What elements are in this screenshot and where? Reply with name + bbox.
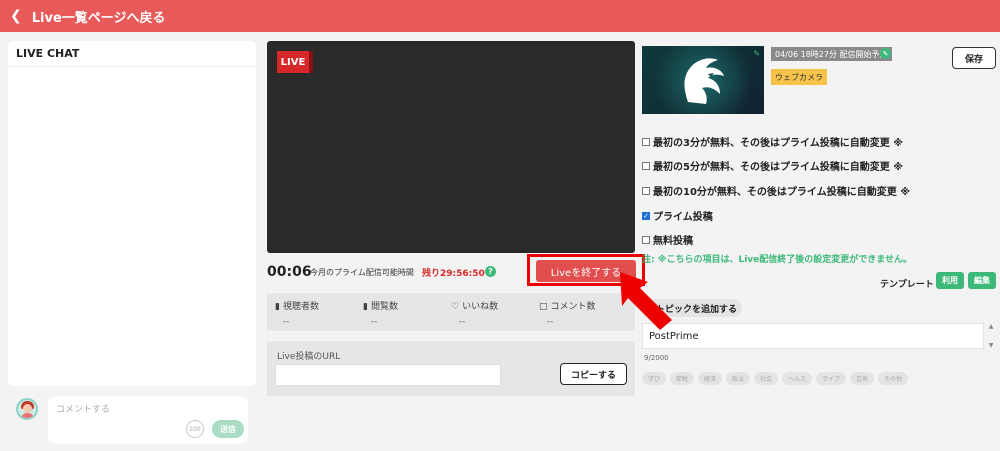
thumbnail[interactable]: ✎ xyxy=(642,46,764,114)
elapsed-timer: 00:06 xyxy=(267,264,312,280)
help-icon[interactable]: ? xyxy=(485,266,496,277)
stat-likes: ♡ いいね数 -- xyxy=(451,302,499,327)
tag-chip[interactable]: 節税 xyxy=(670,372,695,385)
video-preview: LIVE xyxy=(267,41,635,253)
url-label: Live投稿のURL xyxy=(277,352,341,362)
char-counter: 200 xyxy=(186,420,204,438)
speech-bubble-icon: □ xyxy=(539,302,548,312)
char-count: 9/2000 xyxy=(644,354,669,362)
stats-bar: ▮ 視聴者数 -- ▮ 閲覧数 -- ♡ いいね数 -- □ コメント数 -- xyxy=(267,293,635,331)
stat-viewers: ▮ 視聴者数 -- xyxy=(275,302,319,327)
live-chat-panel: LIVE CHAT xyxy=(8,41,256,386)
url-field[interactable] xyxy=(275,364,501,386)
stat-value: -- xyxy=(371,317,378,327)
bar-chart-icon: ▮ xyxy=(363,302,368,312)
tag-chip[interactable]: 経済 xyxy=(698,372,723,385)
back-link-label: Live一覧ページへ戻る xyxy=(31,10,166,26)
option-free-10min[interactable]: 最初の10分が無料、その後はプライム投稿に自動変更 ※ xyxy=(642,183,910,198)
send-button[interactable]: 送信 xyxy=(212,420,244,438)
chevron-left-icon: ❮ xyxy=(10,8,22,24)
checkbox[interactable] xyxy=(642,186,650,195)
tag-chip[interactable]: ライブ xyxy=(816,372,847,385)
end-live-button[interactable]: Liveを終了する xyxy=(536,260,636,282)
save-button[interactable]: 保存 xyxy=(952,47,996,69)
template-label: テンプレート xyxy=(880,280,934,290)
tag-chip[interactable]: 社会 xyxy=(754,372,779,385)
stat-views: ▮ 閲覧数 -- xyxy=(363,302,398,327)
use-template-button[interactable]: 利用 xyxy=(936,272,964,289)
copy-button[interactable]: コピーする xyxy=(560,363,627,385)
live-badge: LIVE xyxy=(277,51,313,73)
stat-value: -- xyxy=(547,317,554,327)
stat-value: -- xyxy=(283,317,290,327)
option-free[interactable]: 無料投稿 xyxy=(642,232,693,247)
comment-input[interactable]: コメントする 200 送信 xyxy=(48,396,248,444)
pencil-icon[interactable]: ✎ xyxy=(753,49,760,58)
back-link[interactable]: ❮ Live一覧ページへ戻る xyxy=(0,0,1000,32)
edit-template-button[interactable]: 編集 xyxy=(968,272,996,289)
schedule-tag: 04/06 18時27分 配信開始予定 xyxy=(771,47,892,61)
prime-time-label: 今月のプライム配信可能時間 xyxy=(310,268,414,277)
bar-chart-icon: ▮ xyxy=(275,302,280,312)
option-prime[interactable]: ✓ プライム投稿 xyxy=(642,208,713,223)
checkbox[interactable] xyxy=(642,161,650,170)
comment-placeholder: コメントする xyxy=(56,405,111,415)
tag-chip[interactable]: 芸術 xyxy=(850,372,875,385)
lion-logo-icon xyxy=(684,58,724,104)
checkbox[interactable] xyxy=(642,137,650,146)
heart-icon: ♡ xyxy=(451,302,460,312)
tag-chip[interactable]: ヘルス xyxy=(782,372,813,385)
tag-list: 学び 節税 経済 政治 社会 ヘルス ライブ 芸術 その他 xyxy=(642,372,909,385)
checkbox-checked[interactable]: ✓ xyxy=(642,211,650,220)
stat-comments: □ コメント数 -- xyxy=(539,302,596,327)
checkbox[interactable] xyxy=(642,235,650,244)
avatar xyxy=(16,398,38,420)
title-input[interactable]: PostPrime xyxy=(642,323,984,349)
url-section: Live投稿のURL コピーする xyxy=(267,341,635,396)
chat-input-area: コメントする 200 送信 xyxy=(8,392,256,448)
tag-chip[interactable]: その他 xyxy=(878,372,909,385)
source-tag: ウェブカメラ xyxy=(771,69,827,85)
scrollbar[interactable]: ▲ ▼ xyxy=(986,323,996,349)
remaining-time: 残り29:56:50 xyxy=(422,269,485,279)
tag-chip[interactable]: 政治 xyxy=(726,372,751,385)
chat-title: LIVE CHAT xyxy=(8,41,256,67)
stat-value: -- xyxy=(459,317,466,327)
add-topic-button[interactable]: トピックを追加する xyxy=(644,299,742,317)
settings-note: 注: ※こちらの項目は、Live配信終了後の設定変更ができません。 xyxy=(642,255,913,265)
option-free-3min[interactable]: 最初の3分が無料、その後はプライム投稿に自動変更 ※ xyxy=(642,134,903,149)
edit-schedule-icon[interactable]: ✎ xyxy=(880,48,891,59)
tag-chip[interactable]: 学び xyxy=(642,372,667,385)
option-free-5min[interactable]: 最初の5分が無料、その後はプライム投稿に自動変更 ※ xyxy=(642,158,903,173)
